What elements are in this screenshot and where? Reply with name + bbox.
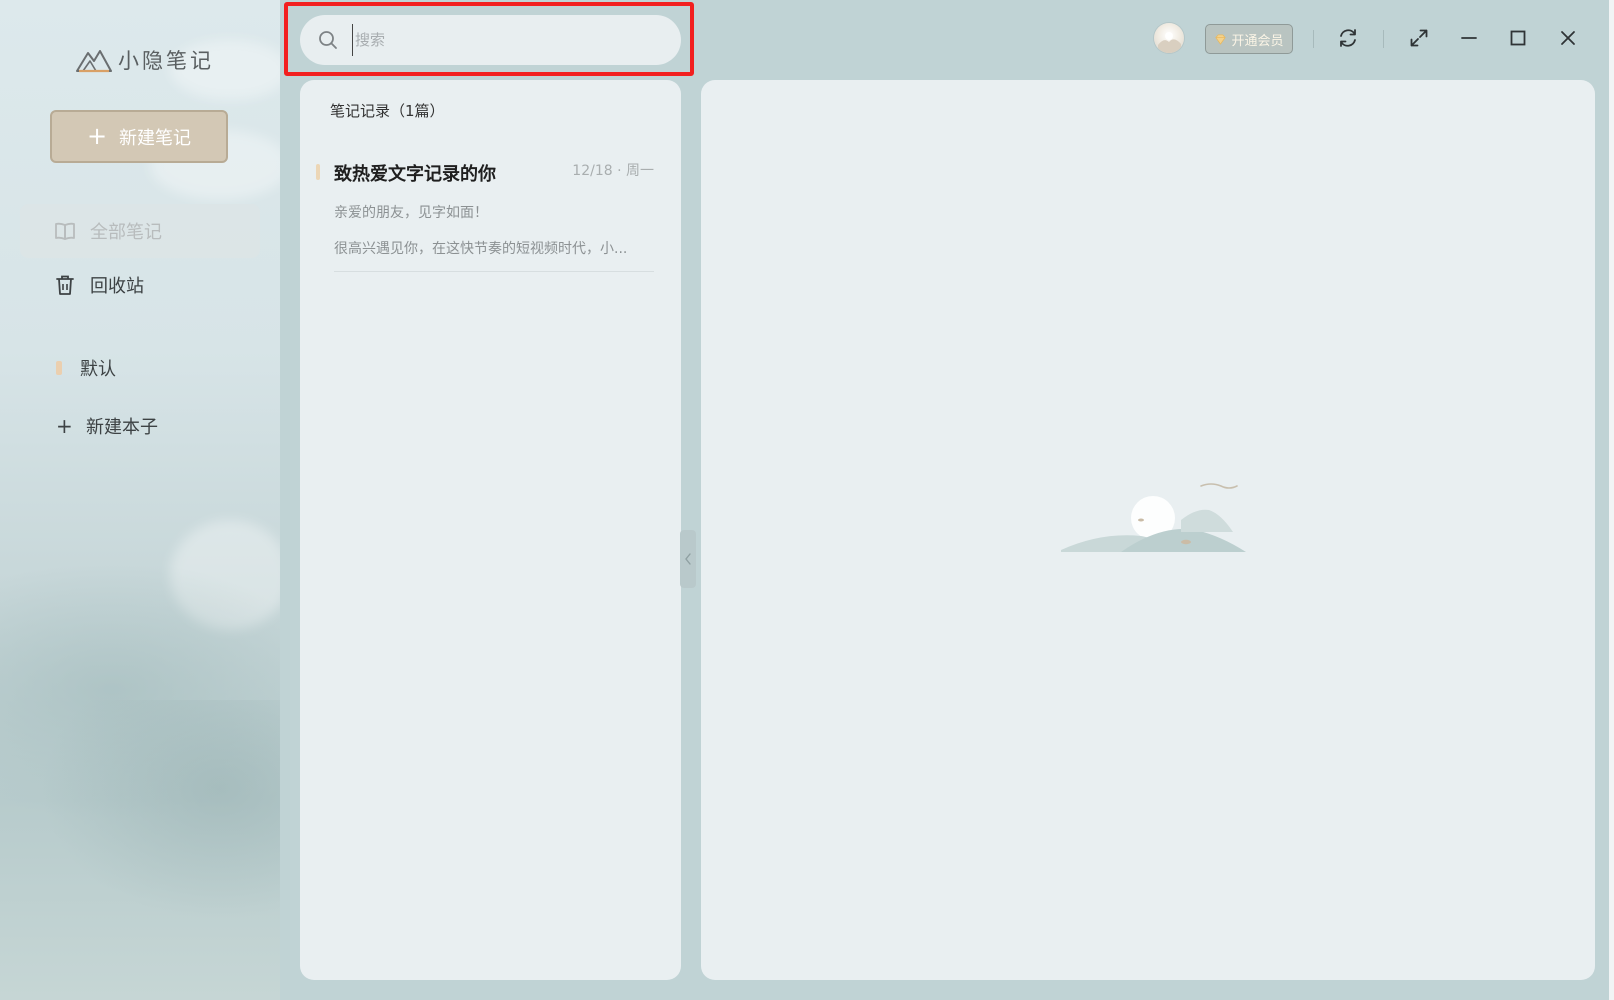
plus-icon: + [86,121,108,150]
nav-trash[interactable]: 回收站 [20,258,260,312]
empty-state-mountain-illustration [1061,483,1246,552]
user-avatar[interactable] [1154,23,1184,53]
vip-label: 开通会员 [1231,33,1284,49]
note-preview-line: 很高兴遇见你，在这快节奏的短视频时代，小... [334,241,628,257]
note-divider [334,271,654,272]
chevron-left-icon [685,553,691,565]
expand-icon [1410,29,1428,47]
editor-panel [701,80,1595,980]
nav-all-notes[interactable]: 全部笔记 [20,204,260,258]
close-icon [1561,31,1575,45]
trash-icon [56,275,74,295]
note-color-marker [316,164,320,180]
notebook-label: 默认 [80,359,116,380]
book-open-icon [55,222,75,240]
nav-trash-label: 回收站 [90,276,144,297]
notebook-item-default[interactable]: 默认 [56,355,116,381]
note-date: 12/18 · 周一 [572,163,654,179]
note-list-item[interactable]: 致热爱文字记录的你 12/18 · 周一 亲爱的朋友，见字如面！ 很高兴遇见你，… [314,158,654,280]
app-name: 小隐笔记 [118,49,214,73]
app-window: 小隐笔记 + 新建笔记 全部笔记 回收站 默认 + 新建本子 搜索 开通会员 笔… [0,0,1614,1000]
notes-list-panel: 笔记记录（1篇） 致热爱文字记录的你 12/18 · 周一 亲爱的朋友，见字如面… [300,80,681,980]
new-note-label: 新建笔记 [119,127,192,149]
maximize-icon [1510,30,1526,46]
window-right-edge [1609,0,1614,1000]
diamond-icon [1215,33,1227,45]
close-button[interactable] [1554,24,1582,52]
toolbar-divider [1313,30,1314,48]
minimize-icon [1461,37,1477,39]
app-logo: 小隐笔记 [76,44,214,76]
fullscreen-button[interactable] [1405,24,1433,52]
maximize-button[interactable] [1504,24,1532,52]
avatar-landscape-icon [1158,32,1181,53]
collapse-list-handle[interactable] [680,530,696,588]
plus-icon: + [56,414,73,438]
note-title: 致热爱文字记录的你 [334,164,496,185]
sync-button[interactable] [1334,24,1362,52]
note-preview-line: 亲爱的朋友，见字如面！ [334,205,488,221]
nav-all-notes-label: 全部笔记 [90,222,162,243]
sync-icon [1340,29,1356,47]
notebook-color-marker [56,361,62,375]
notes-count-header: 笔记记录（1篇） [330,102,445,120]
mountain-logo-icon [76,50,112,73]
new-notebook-label: 新建本子 [86,417,158,438]
search-highlight-box [284,2,694,76]
new-notebook-button[interactable]: + 新建本子 [56,413,158,439]
vip-button[interactable]: 开通会员 [1205,24,1293,54]
toolbar-divider [1383,30,1384,48]
sidebar: 小隐笔记 + 新建笔记 全部笔记 回收站 默认 + 新建本子 [0,0,280,1000]
new-note-button[interactable]: + 新建笔记 [50,110,228,163]
sidebar-mountain-mist [40,700,280,920]
minimize-button[interactable] [1455,24,1483,52]
